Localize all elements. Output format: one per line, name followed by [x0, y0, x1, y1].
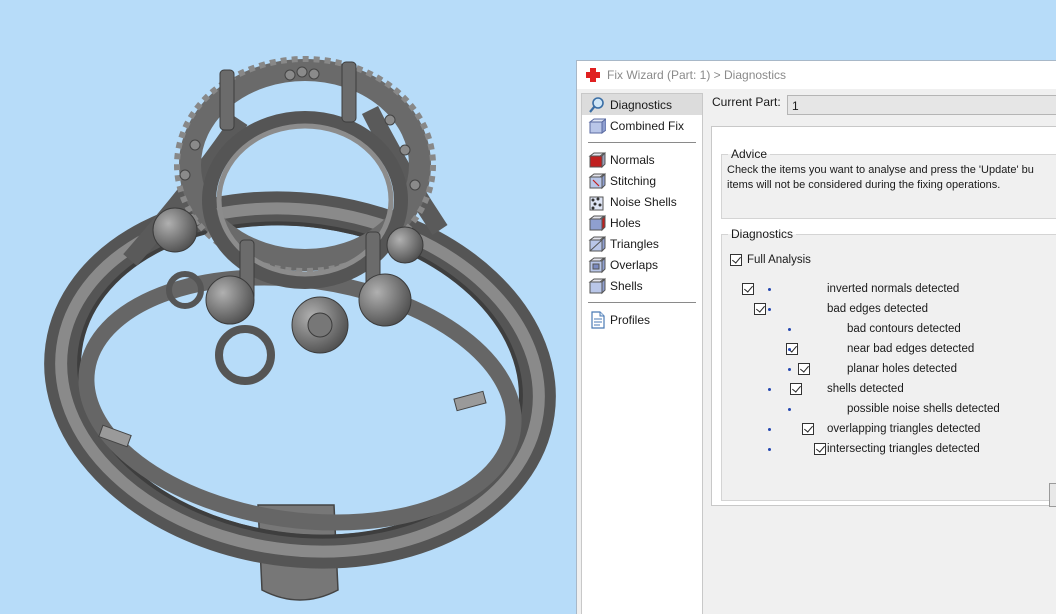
diag-checkbox[interactable]	[754, 303, 766, 315]
nav-item-triangles[interactable]: Triangles	[582, 233, 702, 254]
bullet-dot	[768, 288, 771, 291]
nav-item-stitching[interactable]: Stitching	[582, 170, 702, 191]
diag-checkbox[interactable]	[742, 283, 754, 295]
bullet-dot	[768, 428, 771, 431]
content-area: Current Part: 1 Advice Check the items y…	[708, 89, 1056, 614]
bullet-dot	[788, 368, 791, 371]
combined-fix-icon	[588, 117, 606, 134]
diag-checkbox[interactable]	[802, 423, 814, 435]
title-bar[interactable]: Fix Wizard (Part: 1) > Diagnostics	[577, 61, 1056, 89]
advice-title: Advice	[731, 147, 768, 161]
current-part-field[interactable]: 1	[787, 95, 1056, 115]
normals-icon	[588, 151, 606, 168]
fix-wizard-window: Fix Wizard (Part: 1) > Diagnostics Diagn…	[576, 60, 1056, 614]
document-icon	[591, 310, 605, 329]
magnifier-icon	[589, 96, 604, 113]
full-analysis-checkbox-row[interactable]: Full Analysis	[730, 253, 811, 267]
advice-text-line1: Check the items you want to analyse and …	[727, 164, 1034, 176]
nav-item-label: Holes	[610, 215, 641, 230]
diag-item-label: intersecting triangles detected	[827, 443, 980, 455]
nav-item-label: Overlaps	[610, 257, 659, 272]
diag-item-label: inverted normals detected	[827, 283, 960, 295]
nav-item-diagnostics[interactable]: Diagnostics	[582, 94, 702, 115]
nav-item-profiles[interactable]: Profiles	[582, 309, 702, 330]
nav-item-noise-shells[interactable]: Noise Shells	[582, 191, 702, 212]
current-part-label: Current Part:	[712, 95, 781, 109]
nav-item-holes[interactable]: Holes	[582, 212, 702, 233]
nav-item-label: Diagnostics	[610, 97, 673, 112]
diag-checkbox[interactable]	[798, 363, 810, 375]
nav-item-label: Normals	[610, 152, 655, 167]
diag-item-label: overlapping triangles detected	[827, 423, 981, 435]
nav-item-label: Shells	[610, 278, 643, 293]
nav-item-label: Profiles	[610, 312, 651, 327]
diag-item-label: planar holes detected	[847, 363, 957, 375]
wizard-nav: Diagnostics Combined Fix Normals Stitching…	[581, 93, 703, 614]
medical-cross-icon	[586, 68, 600, 82]
diag-item-label: bad contours detected	[847, 323, 961, 335]
advice-text-line2: items will not be considered during the …	[727, 179, 1001, 191]
diagnostics-group: Diagnostics Full Analysis inverted norma…	[721, 227, 1056, 507]
bullet-dot	[788, 328, 791, 331]
update-button[interactable]	[1049, 483, 1056, 507]
nav-item-label: Stitching	[610, 173, 657, 188]
bullet-dot	[768, 448, 771, 451]
advice-group: Advice Check the items you want to analy…	[721, 147, 1056, 219]
nav-item-label: Noise Shells	[610, 194, 677, 209]
diagnostics-panel: Advice Check the items you want to analy…	[711, 126, 1056, 507]
holes-icon	[588, 214, 606, 231]
nav-item-label: Combined Fix	[610, 118, 685, 133]
bullet-dot	[788, 348, 791, 351]
bullet-dot	[768, 388, 771, 391]
ring-model	[44, 56, 556, 601]
full-analysis-checkbox[interactable]	[730, 254, 742, 266]
bullet-dot	[768, 308, 771, 311]
nav-item-combined-fix[interactable]: Combined Fix	[582, 115, 702, 136]
nav-divider	[588, 302, 696, 303]
diag-item-label: possible noise shells detected	[847, 403, 1000, 415]
shells-icon	[588, 277, 606, 294]
diag-checkbox[interactable]	[790, 383, 802, 395]
nav-item-normals[interactable]: Normals	[582, 149, 702, 170]
nav-divider	[588, 142, 696, 143]
bullet-dot	[788, 408, 791, 411]
diag-item-label: bad edges detected	[827, 303, 929, 315]
nav-item-shells[interactable]: Shells	[582, 275, 702, 296]
3d-viewport[interactable]	[0, 0, 576, 614]
diag-item-label: near bad edges detected	[847, 343, 975, 355]
window-title: Fix Wizard (Part: 1) > Diagnostics	[607, 68, 787, 82]
noise-shells-icon	[589, 196, 604, 210]
overlaps-icon	[588, 256, 606, 273]
nav-item-overlaps[interactable]: Overlaps	[582, 254, 702, 275]
full-analysis-label: Full Analysis	[747, 254, 811, 266]
diag-checkbox[interactable]	[814, 443, 826, 455]
nav-item-label: Triangles	[610, 236, 659, 251]
triangles-icon	[588, 235, 606, 252]
diag-item-label: shells detected	[827, 383, 904, 395]
stitching-icon	[588, 172, 606, 189]
diagnostics-title: Diagnostics	[731, 227, 794, 241]
